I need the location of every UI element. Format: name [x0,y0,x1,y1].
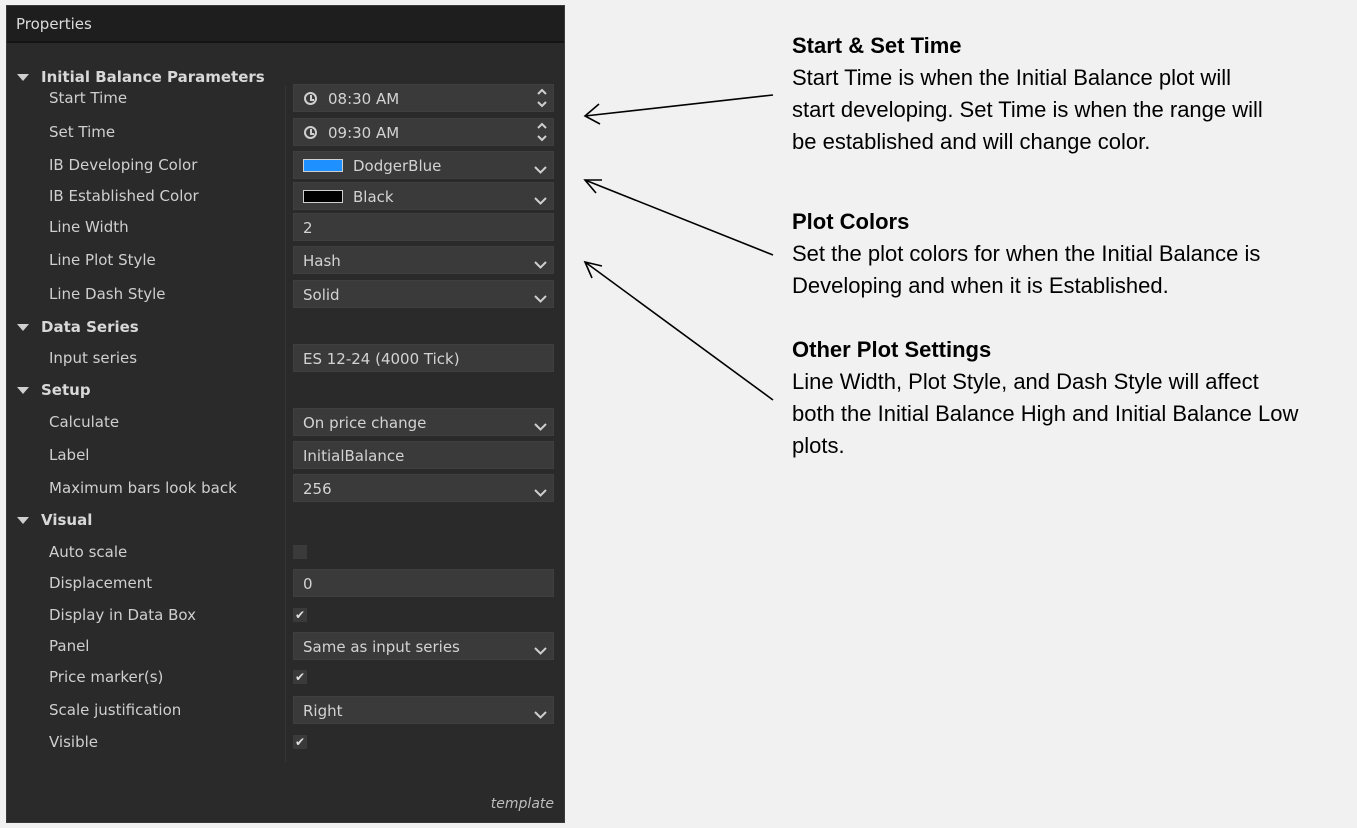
arrow-plot-colors [584,179,774,256]
arrow-start-set-time [584,94,774,117]
annotation-arrows [583,94,774,401]
arrow-other-settings [584,261,774,401]
